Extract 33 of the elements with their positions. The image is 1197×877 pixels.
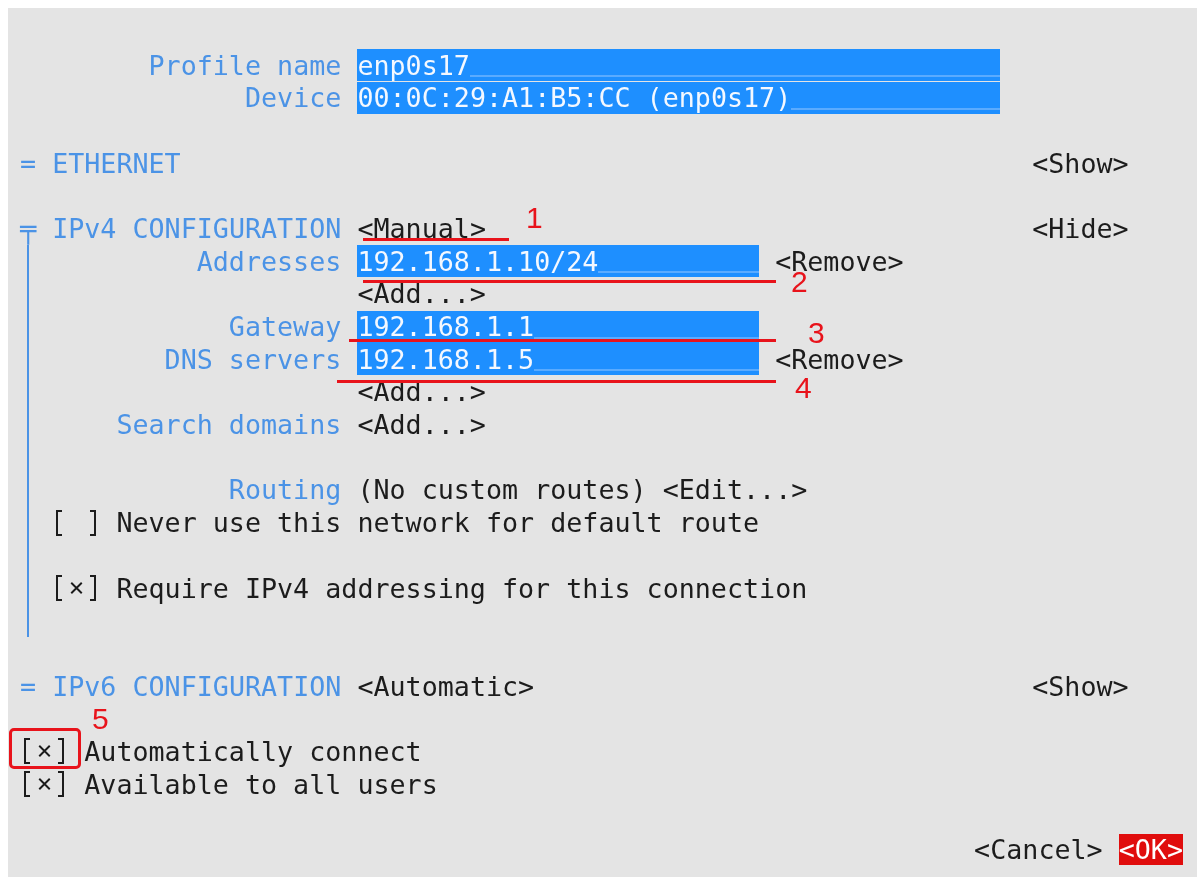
annotation-number: 4 — [795, 373, 812, 403]
section-title: IPv4 CONFIGURATION — [52, 212, 342, 244]
section-marker: = — [20, 670, 37, 702]
ok-button[interactable]: <OK> — [1118, 834, 1183, 866]
mode-button[interactable]: <Manual> — [357, 212, 486, 244]
annotation-number: 1 — [526, 203, 543, 233]
checkbox-label: Automatically connect — [84, 735, 422, 767]
section-title: ETHERNET — [52, 147, 181, 179]
show-button[interactable]: <Show> — [1032, 147, 1129, 179]
field-label: Profile name — [147, 49, 342, 81]
hide-button[interactable]: <Hide> — [1032, 212, 1129, 244]
field-label: Addresses — [195, 245, 342, 277]
mode-button[interactable]: <Automatic> — [357, 670, 535, 702]
annotation-number: 5 — [92, 704, 109, 734]
checkbox-label: Require IPv4 addressing for this connection — [116, 572, 808, 604]
section-title: IPv6 CONFIGURATION — [52, 670, 342, 702]
add-button[interactable]: <Add...> — [357, 376, 486, 408]
cancel-button[interactable]: <Cancel> — [974, 834, 1103, 866]
checkbox-label: Never use this network for default route — [116, 507, 760, 539]
add-button[interactable]: <Add...> — [357, 409, 486, 441]
add-button[interactable]: <Add...> — [357, 278, 486, 310]
checkbox-label: Available to all users — [84, 768, 438, 800]
routes-text: (No custom routes) — [357, 474, 647, 506]
section-marker: = — [20, 147, 37, 179]
edit-button[interactable]: <Edit...> — [662, 474, 808, 506]
field-label: Device — [243, 82, 342, 114]
show-button[interactable]: <Show> — [1032, 670, 1129, 702]
field-label: Routing — [227, 474, 342, 506]
field-label: Search domains — [115, 409, 342, 441]
field-label: Gateway — [227, 311, 342, 343]
section-marker: ╤ — [20, 212, 37, 244]
annotation-box — [9, 728, 81, 769]
field-label: DNS servers — [163, 343, 342, 375]
